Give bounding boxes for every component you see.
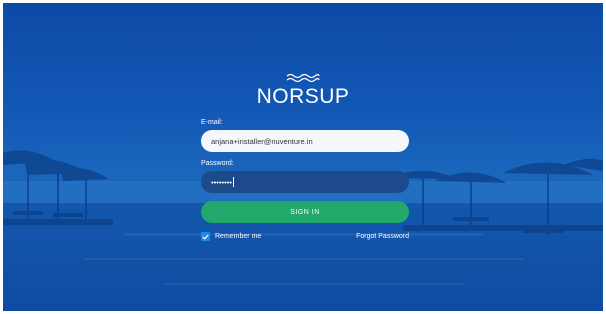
remember-me-label: Remember me (215, 233, 262, 240)
email-field[interactable]: anjana+installer@nuventure.in (201, 130, 409, 152)
login-form: E-mail: anjana+installer@nuventure.in Pa… (201, 119, 409, 241)
checkmark-icon (202, 234, 209, 240)
forgot-password-link[interactable]: Forgot Password (356, 233, 409, 240)
waves-icon (286, 73, 320, 83)
remember-me-checkbox[interactable]: Remember me (201, 232, 261, 241)
sign-in-button[interactable]: SIGN IN (201, 201, 409, 223)
password-label: Password: (201, 160, 234, 167)
login-options-row: Remember me Forgot Password (201, 232, 409, 241)
login-screen: NORSUP E-mail: anjana+installer@nuventur… (3, 3, 603, 311)
sign-in-label: SIGN IN (290, 208, 320, 216)
password-value: •••••••• (211, 177, 233, 187)
email-value: anjana+installer@nuventure.in (211, 136, 313, 146)
email-label: E-mail: (201, 119, 223, 126)
text-caret (233, 177, 235, 187)
brand-name: NORSUP (256, 85, 350, 108)
brand-logo: NORSUP (243, 73, 363, 109)
password-field[interactable]: •••••••• (201, 171, 409, 193)
checkbox-checked-icon[interactable] (201, 232, 210, 241)
